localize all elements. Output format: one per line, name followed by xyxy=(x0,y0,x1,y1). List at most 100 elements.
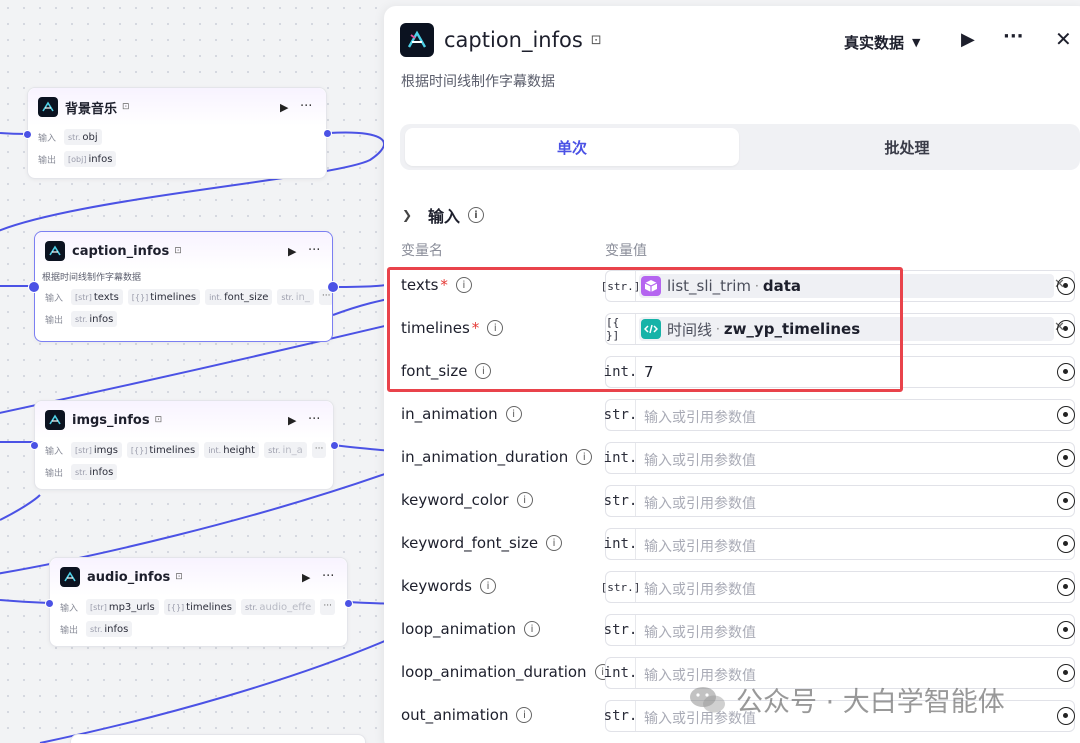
param-name: keyword_color i xyxy=(401,491,533,509)
node-inputs-row: 输入 [str] mp3_urls [{}] timelines str. audio… xyxy=(50,596,347,618)
more-icon[interactable]: ··· xyxy=(308,412,320,427)
input-section-header[interactable]: ❯ 输入 i xyxy=(402,203,485,227)
param-row-keyword_color: keyword_color i str. 输入或引用参数值 xyxy=(384,480,1080,523)
run-icon[interactable]: ▶ xyxy=(302,571,310,584)
param-name: font_size i xyxy=(401,362,492,380)
input-port[interactable] xyxy=(45,599,54,608)
more-icon[interactable]: ··· xyxy=(308,243,320,258)
param-value-field[interactable]: int. 输入或引用参数值 xyxy=(604,442,1075,474)
more-params[interactable]: ··· xyxy=(311,442,327,458)
column-header-name: 变量名 xyxy=(401,243,443,259)
param-value-field[interactable]: int. 输入或引用参数值 xyxy=(604,528,1075,560)
capcut-icon xyxy=(38,97,58,117)
input-port[interactable] xyxy=(28,281,40,293)
run-icon[interactable]: ▶ xyxy=(280,101,288,114)
type-badge: [str.] xyxy=(601,271,640,301)
param-chip: [{}] timelines xyxy=(163,599,237,615)
variable-reference-icon[interactable] xyxy=(1057,320,1075,338)
param-value: 7 xyxy=(644,363,654,381)
output-port[interactable] xyxy=(330,441,339,450)
variable-reference-icon[interactable] xyxy=(1057,363,1075,381)
param-placeholder: 输入或引用参数值 xyxy=(644,496,756,512)
workflow-canvas[interactable]: 背景音乐 ⊡ ▶ ··· 输入 str. obj 输出 [obj] infos ca… xyxy=(0,0,400,743)
wire xyxy=(0,494,41,521)
info-icon[interactable]: i xyxy=(455,277,472,293)
reference-key: data xyxy=(762,277,801,295)
reference-source: 时间线 xyxy=(667,320,713,339)
param-value-field[interactable]: str. 输入或引用参数值 xyxy=(604,399,1075,431)
info-icon[interactable]: i xyxy=(576,449,593,465)
node-bgmusic[interactable]: 背景音乐 ⊡ ▶ ··· 输入 str. obj 输出 [obj] infos xyxy=(23,87,332,179)
info-icon[interactable]: i xyxy=(475,363,492,379)
run-icon[interactable]: ▶ xyxy=(288,414,296,427)
param-chip: [str] imgs xyxy=(71,442,122,458)
node-partial[interactable] xyxy=(70,734,366,743)
outputs-label: 输出 xyxy=(60,625,79,636)
param-value-field[interactable]: [str.] list_sli_trim · data ✕ xyxy=(601,270,1075,302)
info-icon[interactable]: i xyxy=(516,707,533,723)
param-name: out_animation i xyxy=(401,706,533,724)
variable-reference-icon[interactable] xyxy=(1057,492,1075,510)
close-button[interactable]: ✕ xyxy=(1055,27,1072,51)
param-chip: str. infos xyxy=(71,311,118,327)
watermark: 公众号 · 大白学智能体 xyxy=(688,680,1005,719)
data-mode-dropdown[interactable]: 真实数据 ▼ xyxy=(844,32,920,53)
more-options-button[interactable]: ··· xyxy=(1003,26,1024,47)
node-outputs-row: 输出 str. infos xyxy=(50,618,347,640)
outputs-label: 输出 xyxy=(38,155,57,166)
param-chip: str. in_a xyxy=(264,442,307,458)
variable-reference-icon[interactable] xyxy=(1057,707,1075,725)
output-port[interactable] xyxy=(344,599,353,608)
param-chip: [{}] timelines xyxy=(126,442,200,458)
more-icon[interactable]: ··· xyxy=(300,99,312,114)
plugin-icon: ⊡ xyxy=(122,102,130,112)
cube-icon xyxy=(641,276,661,296)
info-icon[interactable]: i xyxy=(468,207,485,223)
info-icon[interactable]: i xyxy=(523,621,540,637)
param-value-field[interactable]: str. 输入或引用参数值 xyxy=(604,485,1075,517)
variable-reference-icon[interactable] xyxy=(1057,406,1075,424)
tab-single[interactable]: 单次 xyxy=(405,128,739,166)
input-port[interactable] xyxy=(23,130,32,139)
variable-reference-icon[interactable] xyxy=(1057,535,1075,553)
run-button[interactable]: ▶ xyxy=(961,29,975,50)
input-port[interactable] xyxy=(30,441,39,450)
info-icon[interactable]: i xyxy=(516,492,533,508)
output-port[interactable] xyxy=(327,281,339,293)
param-value-field[interactable]: [{ }] 时间线 · zw_yp_timelines ✕ xyxy=(605,313,1075,345)
param-value-field[interactable]: int. 7 xyxy=(604,356,1075,388)
reference-tag[interactable]: 时间线 · zw_yp_timelines xyxy=(639,317,1054,341)
node-audio-infos[interactable]: audio_infos ⊡ ▶ ··· 输入 [str] mp3_urls [{}… xyxy=(45,557,353,647)
more-params[interactable]: ··· xyxy=(320,599,335,615)
variable-reference-icon[interactable] xyxy=(1057,621,1075,639)
more-icon[interactable]: ··· xyxy=(322,569,334,584)
param-chip: [str] texts xyxy=(71,289,123,305)
param-value-field[interactable]: [str.] 输入或引用参数值 xyxy=(601,571,1075,603)
info-icon[interactable]: i xyxy=(487,320,504,336)
variable-reference-icon[interactable] xyxy=(1057,664,1075,682)
node-title: 背景音乐 xyxy=(65,101,118,117)
variable-reference-icon[interactable] xyxy=(1057,578,1075,596)
type-badge: int. xyxy=(604,658,637,688)
node-outputs-row: 输出 str. infos xyxy=(35,308,332,330)
output-port[interactable] xyxy=(323,129,332,138)
info-icon[interactable]: i xyxy=(479,578,496,594)
type-badge: [str.] xyxy=(601,572,640,602)
run-icon[interactable]: ▶ xyxy=(288,245,296,258)
tab-batch[interactable]: 批处理 xyxy=(740,128,1074,166)
node-caption-infos[interactable]: caption_infos ⊡ ▶ ··· 根据时间线制作字幕数据 输入 [st… xyxy=(28,231,339,342)
variable-reference-icon[interactable] xyxy=(1057,449,1075,467)
param-name: keyword_font_size i xyxy=(401,534,563,552)
param-row-keywords: keywords i [str.] 输入或引用参数值 xyxy=(384,566,1080,609)
section-title: 输入 xyxy=(428,207,461,226)
info-icon[interactable]: i xyxy=(546,535,563,551)
node-imgs-infos[interactable]: imgs_infos ⊡ ▶ ··· 输入 [str] imgs [{}] time… xyxy=(30,400,339,490)
reference-tag[interactable]: list_sli_trim · data xyxy=(639,274,1054,298)
variable-reference-icon[interactable] xyxy=(1057,277,1075,295)
plugin-icon: ⊡ xyxy=(154,415,163,425)
mode-tabs: 单次 批处理 xyxy=(400,124,1080,170)
info-icon[interactable]: i xyxy=(505,406,522,422)
param-value-field[interactable]: str. 输入或引用参数值 xyxy=(604,614,1075,646)
reference-source: list_sli_trim xyxy=(667,277,752,295)
type-badge: [{ }] xyxy=(606,314,636,344)
